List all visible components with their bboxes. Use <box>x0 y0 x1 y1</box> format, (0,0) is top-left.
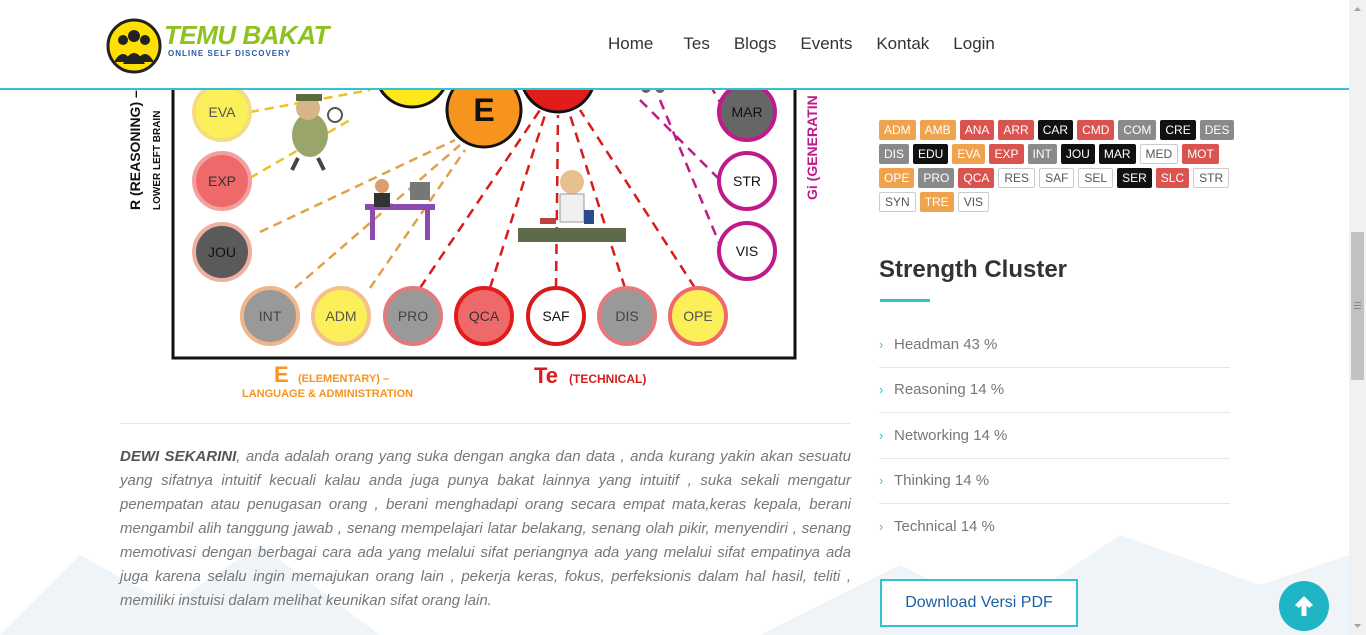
cluster-item-technical[interactable]: › Technical 14 % <box>879 504 1230 550</box>
technical-letter: Te <box>534 363 558 388</box>
tag-tre[interactable]: TRE <box>919 192 954 212</box>
cluster-item-label: Networking 14 % <box>894 426 1008 444</box>
circle-eva-label: EVA <box>209 104 237 120</box>
tag-eva[interactable]: EVA <box>952 144 986 164</box>
right-axis-label: Gi (GENERATIN <box>804 95 820 200</box>
tag-saf[interactable]: SAF <box>1039 168 1075 188</box>
nav-kontak[interactable]: Kontak <box>864 34 941 54</box>
tag-jou[interactable]: JOU <box>1060 144 1095 164</box>
tag-mar[interactable]: MAR <box>1098 144 1136 164</box>
elementary-label: (ELEMENTARY) – <box>298 373 389 385</box>
cluster-item-label: Headman 43 % <box>894 335 998 353</box>
scroll-down-arrow-icon[interactable] <box>1349 619 1366 633</box>
tag-des[interactable]: DES <box>1199 120 1235 140</box>
circle-ope-label: OPE <box>683 308 713 324</box>
tag-qca[interactable]: QCA <box>958 168 995 188</box>
nav-home[interactable]: Home <box>596 34 665 54</box>
circle-saf-label: SAF <box>542 308 569 324</box>
brand-name: TEMU BAKAT <box>164 20 329 50</box>
nav-events[interactable]: Events <box>788 34 864 54</box>
chevron-right-icon: › <box>879 473 884 489</box>
tag-slc[interactable]: SLC <box>1155 168 1190 188</box>
tag-ana[interactable]: ANA <box>959 120 995 140</box>
tag-med[interactable]: MED <box>1139 144 1179 164</box>
tag-cmd[interactable]: CMD <box>1077 120 1115 140</box>
circle-int-label: INT <box>259 308 282 324</box>
tag-vis[interactable]: VIS <box>957 192 990 212</box>
strength-cluster-list: › Headman 43 % › Reasoning 14 % › Networkin… <box>879 322 1230 550</box>
chevron-right-icon: › <box>879 382 884 398</box>
tag-car[interactable]: CAR <box>1037 120 1074 140</box>
technical-label: (TECHNICAL) <box>569 372 646 386</box>
tag-dis[interactable]: DIS <box>879 144 910 164</box>
tag-syn[interactable]: SYN <box>879 192 916 212</box>
download-pdf-button[interactable]: Download Versi PDF <box>880 579 1078 627</box>
tag-cre[interactable]: CRE <box>1160 120 1196 140</box>
chevron-right-icon: › <box>879 519 884 535</box>
cluster-item-label: Thinking 14 % <box>894 472 990 490</box>
page-scrollbar[interactable] <box>1349 0 1366 635</box>
elementary-sublabel: LANGUAGE & ADMINISTRATION <box>242 388 413 400</box>
arrow-up-icon <box>1295 596 1313 616</box>
cluster-item-headman[interactable]: › Headman 43 % <box>879 322 1230 368</box>
circle-qca-label: QCA <box>469 308 500 324</box>
tag-exp[interactable]: EXP <box>989 144 1024 164</box>
tag-mot[interactable]: MOT <box>1182 144 1219 164</box>
nav-blogs[interactable]: Blogs <box>722 34 789 54</box>
tag-arr[interactable]: ARR <box>998 120 1034 140</box>
site-header: TEMU BAKAT ONLINE SELF DISCOVERY Home Te… <box>0 0 1349 90</box>
circle-jou-label: JOU <box>208 244 236 260</box>
circle-adm-label: ADM <box>325 308 356 324</box>
scroll-up-arrow-icon[interactable] <box>1349 2 1366 16</box>
person-name: DEWI SEKARINI <box>120 448 237 465</box>
brand-tagline: ONLINE SELF DISCOVERY <box>168 49 291 58</box>
cluster-item-reasoning[interactable]: › Reasoning 14 % <box>879 368 1230 413</box>
page: TEMU BAKAT ONLINE SELF DISCOVERY Home Te… <box>0 0 1366 635</box>
main-nav: Home Tes Blogs Events Kontak Login <box>596 34 1007 54</box>
scrollbar-thumb[interactable] <box>1351 232 1364 380</box>
cluster-item-thinking[interactable]: › Thinking 14 % <box>879 459 1230 504</box>
talent-diagram: R E EVA EXP JOU MAR STR VIS INT ADM <box>127 60 820 400</box>
tag-adm[interactable]: ADM <box>879 120 916 140</box>
tag-com[interactable]: COM <box>1118 120 1157 140</box>
cluster-item-networking[interactable]: › Networking 14 % <box>879 413 1230 459</box>
elementary-letter: E <box>274 362 289 387</box>
circle-pro-label: PRO <box>398 308 428 324</box>
article-text: , anda adalah orang yang suka dengan ang… <box>120 448 852 609</box>
logo-people-icon <box>106 18 162 74</box>
tag-ope[interactable]: OPE <box>879 168 915 188</box>
cluster-item-label: Technical 14 % <box>894 518 995 536</box>
circle-str-label: STR <box>733 173 761 189</box>
nav-login[interactable]: Login <box>941 34 1007 54</box>
nav-tes[interactable]: Tes <box>671 34 721 54</box>
circle-dis-label: DIS <box>615 308 638 324</box>
title-underline <box>880 299 930 302</box>
left-axis-sublabel: LOWER LEFT BRAIN <box>152 111 163 210</box>
circle-mar-label: MAR <box>731 104 762 120</box>
talent-tags: ADM AMB ANA ARR CAR CMD COM CRE DES DIS EDU EVA EXP I… <box>879 120 1239 212</box>
chevron-right-icon: › <box>879 336 884 352</box>
tag-str[interactable]: STR <box>1193 168 1230 188</box>
article-divider <box>120 423 850 424</box>
tag-amb[interactable]: AMB <box>919 120 956 140</box>
brand-logo[interactable]: TEMU BAKAT ONLINE SELF DISCOVERY <box>106 18 329 74</box>
cluster-item-label: Reasoning 14 % <box>894 381 1005 399</box>
article-body: DEWI SEKARINI, anda adalah orang yang su… <box>120 445 851 613</box>
tag-pro[interactable]: PRO <box>918 168 955 188</box>
tag-sel[interactable]: SEL <box>1078 168 1114 188</box>
strength-cluster-title: Strength Cluster <box>879 256 1068 283</box>
scroll-to-top-button[interactable] <box>1279 581 1329 631</box>
chevron-right-icon: › <box>879 427 884 443</box>
circle-center-letter: E <box>473 92 494 128</box>
tag-res[interactable]: RES <box>998 168 1036 188</box>
tag-edu[interactable]: EDU <box>913 144 949 164</box>
tag-int[interactable]: INT <box>1027 144 1057 164</box>
circle-vis-label: VIS <box>736 243 759 259</box>
circle-exp-label: EXP <box>208 173 236 189</box>
tag-ser[interactable]: SER <box>1117 168 1152 188</box>
left-axis-label: R (REASONING) – <box>127 90 143 210</box>
